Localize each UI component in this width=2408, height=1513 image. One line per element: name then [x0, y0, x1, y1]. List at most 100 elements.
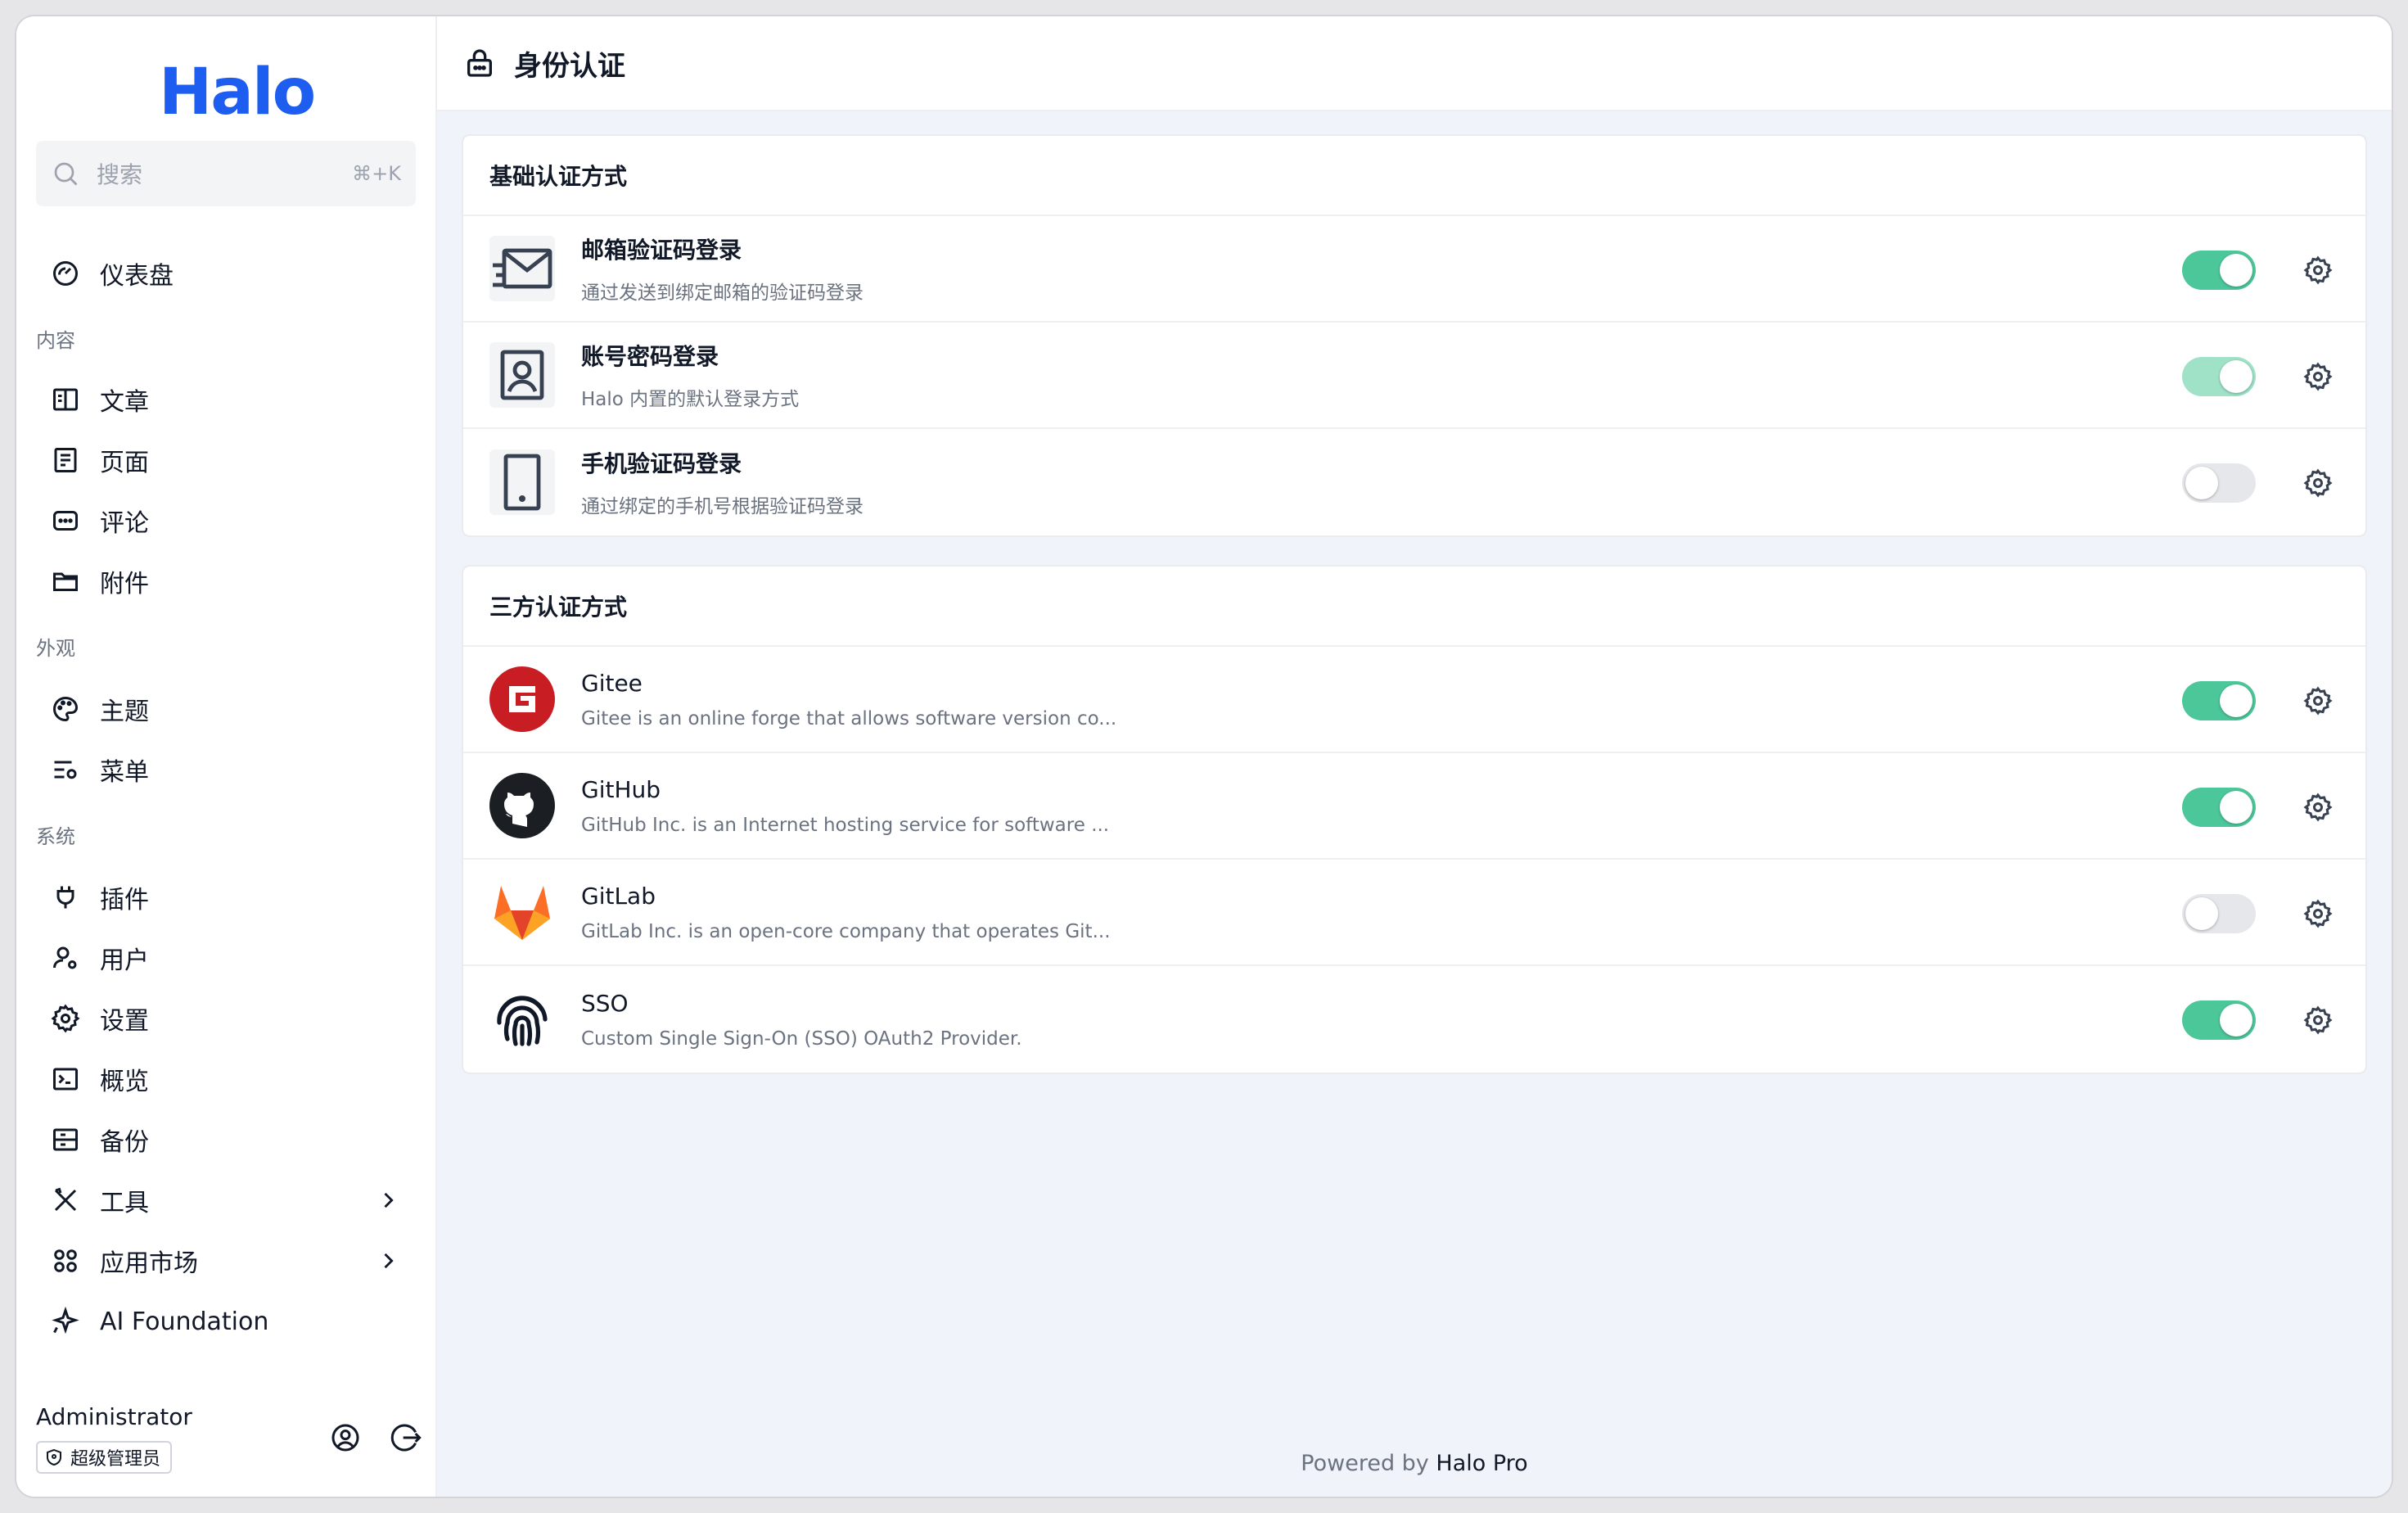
- sidebar-item-comments[interactable]: 评论: [36, 495, 416, 547]
- user-card-icon: [500, 350, 544, 400]
- auth-desc: 通过发送到绑定邮箱的验证码登录: [581, 282, 864, 304]
- sidebar-item-users[interactable]: 用户: [36, 932, 416, 984]
- gear-icon[interactable]: [2303, 899, 2333, 928]
- gear-icon[interactable]: [2303, 468, 2333, 498]
- gitee-logo-icon: [489, 666, 555, 732]
- group-label-appearance: 外观: [36, 637, 75, 660]
- terminal-icon: [53, 1068, 78, 1091]
- phone-icon: [503, 454, 541, 511]
- enable-toggle[interactable]: [2182, 251, 2256, 290]
- auth-name: SSO: [581, 989, 629, 1017]
- sidebar-item-themes[interactable]: 主题: [36, 683, 416, 735]
- auth-name: 手机验证码登录: [581, 450, 742, 477]
- chevron-right-icon: [384, 1192, 394, 1208]
- tools-icon: [54, 1187, 77, 1212]
- archive-icon: [53, 1128, 78, 1151]
- basic-auth-card: 基础认证方式 邮箱验证码登录 通过发送到绑定邮箱的验证码登录 账号密码登录 Ha…: [463, 136, 2365, 535]
- profile-button[interactable]: [329, 1421, 365, 1457]
- auth-name: 邮箱验证码登录: [581, 237, 742, 264]
- sidebar-item-tools[interactable]: 工具: [36, 1174, 416, 1226]
- sidebar-item-label: 用户: [100, 946, 149, 975]
- sidebar-item-app-market[interactable]: 应用市场: [36, 1235, 416, 1287]
- auth-desc: Halo 内置的默认登录方式: [581, 389, 800, 410]
- auth-name: GitLab: [581, 882, 656, 910]
- auth-icon-wrap: [489, 773, 555, 838]
- sidebar-item-posts[interactable]: 文章: [36, 373, 416, 426]
- page-title: 身份认证: [514, 49, 625, 83]
- gitlab-logo-icon: [494, 886, 550, 940]
- enable-toggle[interactable]: [2182, 1000, 2256, 1040]
- sparkle-icon: [52, 1307, 79, 1335]
- auth-name: GitHub: [581, 775, 661, 803]
- logout-button[interactable]: [390, 1421, 426, 1457]
- search-shortcut: ⌘+K: [352, 162, 401, 185]
- sidebar-item-backup[interactable]: 备份: [36, 1113, 416, 1166]
- auth-desc: Gitee is an online forge that allows sof…: [581, 707, 1117, 729]
- sidebar-item-label: 主题: [100, 698, 149, 726]
- sidebar-item-overview[interactable]: 概览: [36, 1053, 416, 1105]
- gear-icon[interactable]: [2303, 793, 2333, 822]
- user-name: Administrator: [36, 1403, 192, 1430]
- halo-logo[interactable]: Halo: [159, 56, 316, 129]
- enable-toggle[interactable]: [2182, 681, 2256, 720]
- enable-toggle[interactable]: [2182, 357, 2256, 396]
- sidebar-item-label: 文章: [100, 388, 149, 417]
- dashboard-icon: [53, 261, 78, 286]
- sidebar-item-pages[interactable]: 页面: [36, 434, 416, 486]
- third-party-auth-card: 三方认证方式 Gitee Gitee is an online forge th…: [463, 567, 2365, 1073]
- book-open-icon: [53, 388, 78, 411]
- palette-icon: [53, 696, 79, 722]
- auth-desc: GitHub Inc. is an Internet hosting servi…: [581, 814, 1110, 836]
- auth-row-gitee: Gitee Gitee is an online forge that allo…: [463, 647, 2365, 753]
- group-label-content: 内容: [36, 329, 75, 352]
- folder-icon: [53, 572, 78, 591]
- sidebar: Halo 搜索 ⌘+K 仪表盘 内容 文章 页面 评论 附件 外观 主题 菜单 …: [16, 16, 437, 1497]
- enable-toggle[interactable]: [2182, 894, 2256, 933]
- gear-icon[interactable]: [2303, 362, 2333, 391]
- search-icon: [54, 162, 78, 186]
- auth-desc: Custom Single Sign-On (SSO) OAuth2 Provi…: [581, 1027, 1022, 1050]
- auth-row-email: 邮箱验证码登录 通过发送到绑定邮箱的验证码登录: [463, 216, 2365, 323]
- sidebar-item-label: 应用市场: [100, 1249, 198, 1278]
- card-title: 基础认证方式: [463, 136, 2365, 216]
- gear-icon[interactable]: [2303, 1005, 2333, 1035]
- menu-settings-icon: [54, 761, 77, 779]
- sidebar-item-settings[interactable]: 设置: [36, 992, 416, 1045]
- chevron-right-icon: [384, 1253, 394, 1269]
- gear-icon[interactable]: [2303, 686, 2333, 716]
- auth-row-sso: SSO Custom Single Sign-On (SSO) OAuth2 P…: [463, 966, 2365, 1073]
- enable-toggle[interactable]: [2182, 788, 2256, 827]
- sidebar-item-ai-foundation[interactable]: AI Foundation: [36, 1295, 416, 1348]
- enable-toggle[interactable]: [2182, 463, 2256, 503]
- auth-icon-wrap: [489, 987, 555, 1052]
- auth-icon-wrap: [489, 666, 555, 732]
- auth-row-gitlab: GitLab GitLab Inc. is an open-core compa…: [463, 860, 2365, 966]
- apps-icon: [54, 1249, 77, 1272]
- app-window: Halo 搜索 ⌘+K 仪表盘 内容 文章 页面 评论 附件 外观 主题 菜单 …: [16, 16, 2392, 1497]
- gear-icon[interactable]: [2303, 255, 2333, 285]
- footer: Powered by Halo Pro: [437, 1451, 2392, 1476]
- sidebar-item-dashboard[interactable]: 仪表盘: [36, 247, 416, 300]
- group-label-system: 系统: [36, 825, 75, 848]
- page-header: 身份认证: [437, 16, 2392, 111]
- lock-icon: [467, 49, 492, 77]
- sidebar-item-label: 设置: [100, 1007, 149, 1036]
- logout-icon: [390, 1424, 422, 1452]
- search-box[interactable]: 搜索 ⌘+K: [36, 141, 416, 206]
- sidebar-item-label: 工具: [100, 1189, 149, 1217]
- footer-brand-link[interactable]: Halo Pro: [1436, 1451, 1527, 1476]
- sidebar-item-menus[interactable]: 菜单: [36, 743, 416, 796]
- search-placeholder: 搜索: [97, 161, 143, 188]
- sidebar-item-plugins[interactable]: 插件: [36, 871, 416, 924]
- footer-prefix: Powered by: [1301, 1451, 1429, 1476]
- auth-desc: 通过绑定的手机号根据验证码登录: [581, 496, 864, 517]
- sidebar-item-label: AI Foundation: [100, 1307, 269, 1336]
- auth-name: Gitee: [581, 669, 643, 697]
- sidebar-item-attachments[interactable]: 附件: [36, 555, 416, 607]
- sidebar-item-label: 评论: [100, 509, 149, 538]
- sidebar-item-label: 插件: [100, 886, 149, 915]
- user-settings-icon: [53, 946, 77, 969]
- plug-icon: [56, 886, 74, 909]
- main-content: 身份认证 基础认证方式 邮箱验证码登录 通过发送到绑定邮箱的验证码登录 账号密码…: [437, 16, 2392, 1497]
- sidebar-item-label: 页面: [100, 449, 149, 477]
